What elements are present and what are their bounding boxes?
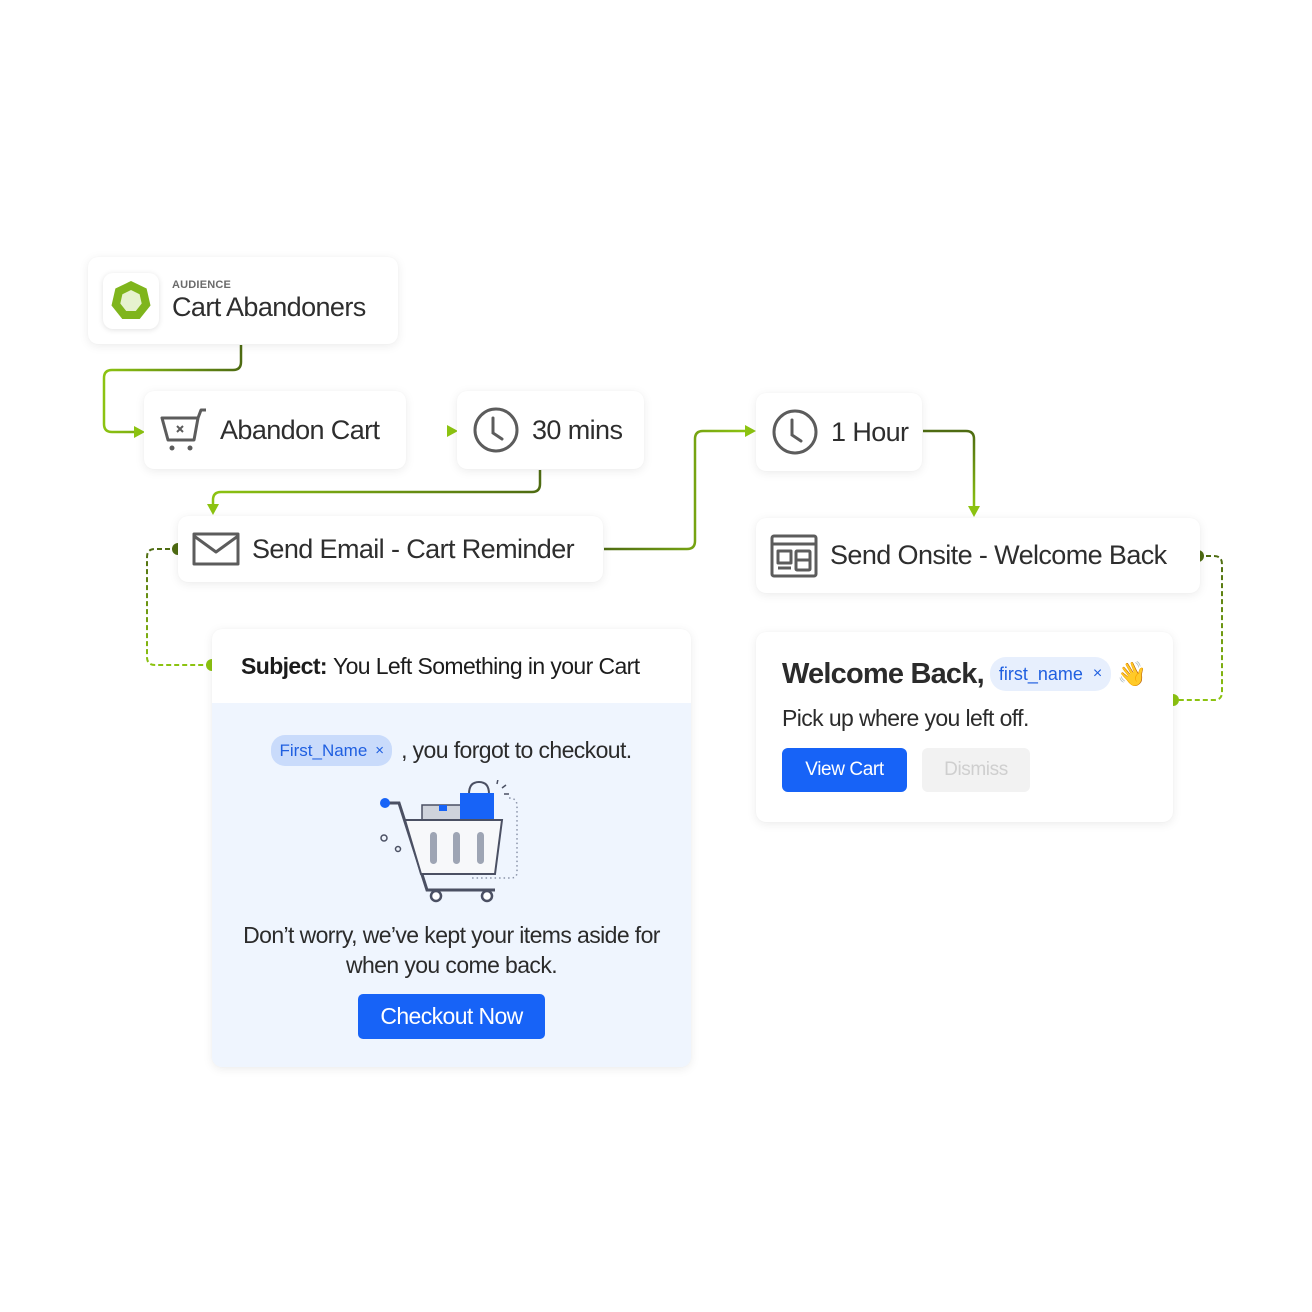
email-subject-line: Subject: You Left Something in your Cart bbox=[212, 629, 691, 703]
first-name-token[interactable]: first_name × bbox=[989, 657, 1112, 691]
action-send-email[interactable]: Send Email - Cart Reminder bbox=[178, 516, 603, 582]
heptagon-audience-icon bbox=[103, 272, 159, 329]
email-body: First_Name × , you forgot to checkout. D… bbox=[212, 703, 691, 1067]
subject-label: Subject: bbox=[241, 652, 328, 679]
greeting-text: , you forgot to checkout. bbox=[401, 737, 632, 763]
layout-window-icon bbox=[770, 534, 818, 578]
audience-node[interactable]: AUDIENCE Cart Abandoners bbox=[88, 257, 398, 344]
token-label: First_Name bbox=[279, 740, 368, 760]
envelope-icon bbox=[192, 532, 240, 566]
subject-text: You Left Something in your Cart bbox=[332, 652, 640, 679]
clock-icon bbox=[771, 408, 819, 456]
connector-wait30-to-email bbox=[211, 470, 542, 505]
node-label: Send Onsite - Welcome Back bbox=[830, 540, 1167, 570]
delay-1-hour[interactable]: 1 Hour bbox=[756, 393, 922, 471]
email-preview-card: Subject: You Left Something in your Cart… bbox=[212, 629, 691, 1067]
email-body-text: Don’t worry, we’ve kept your items aside… bbox=[243, 922, 660, 978]
close-icon[interactable]: × bbox=[375, 742, 384, 759]
node-label: 30 mins bbox=[532, 414, 623, 445]
node-label: 1 Hour bbox=[831, 416, 909, 447]
action-send-onsite[interactable]: Send Onsite - Welcome Back bbox=[756, 518, 1200, 593]
view-cart-button[interactable]: View Cart bbox=[782, 748, 907, 792]
connector-wait1h-to-onsite bbox=[923, 429, 976, 507]
node-label: Send Email - Cart Reminder bbox=[252, 533, 575, 564]
cart-x-icon bbox=[160, 406, 208, 454]
arrowhead bbox=[745, 425, 756, 437]
dismiss-button[interactable]: Dismiss bbox=[922, 748, 1030, 792]
welcome-title: Welcome Back, bbox=[782, 657, 985, 690]
welcome-subtitle: Pick up where you left off. bbox=[782, 705, 1029, 731]
shopping-cart-illustration-icon bbox=[377, 778, 527, 910]
arrowhead bbox=[207, 504, 219, 515]
first-name-token[interactable]: First_Name × bbox=[271, 735, 393, 766]
audience-kicker: AUDIENCE bbox=[172, 278, 232, 291]
trigger-abandon-cart[interactable]: Abandon Cart bbox=[144, 391, 406, 469]
audience-title: Cart Abandoners bbox=[172, 291, 366, 322]
node-label: Abandon Cart bbox=[220, 414, 380, 445]
onsite-preview-card: Welcome Back, first_name × 👋 Pick up whe… bbox=[756, 632, 1173, 822]
checkout-now-button[interactable]: Checkout Now bbox=[358, 994, 545, 1039]
clock-icon bbox=[472, 406, 520, 454]
token-label: first_name bbox=[998, 663, 1083, 684]
waving-hand-icon: 👋 bbox=[1117, 660, 1148, 688]
delay-30-mins[interactable]: 30 mins bbox=[457, 391, 644, 469]
arrowhead bbox=[968, 506, 980, 517]
close-icon[interactable]: × bbox=[1093, 665, 1102, 683]
